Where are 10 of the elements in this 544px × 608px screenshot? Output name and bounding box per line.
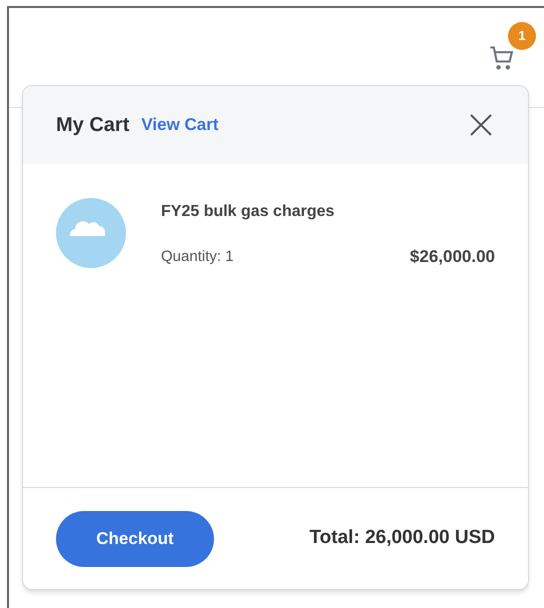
checkout-button[interactable]: Checkout (56, 510, 214, 566)
cart-total: Total: 26,000.00 USD (309, 526, 495, 550)
item-price: $26,000.00 (410, 246, 495, 268)
cart-count-badge: 1 (508, 22, 536, 50)
cloud-icon (56, 198, 126, 268)
cart-title: My Cart (56, 113, 130, 138)
cart-icon[interactable] (488, 44, 516, 72)
item-name: FY25 bulk gas charges (161, 202, 336, 222)
item-quantity: Quantity: 1 (161, 246, 234, 266)
view-cart-link[interactable]: View Cart (141, 112, 219, 138)
